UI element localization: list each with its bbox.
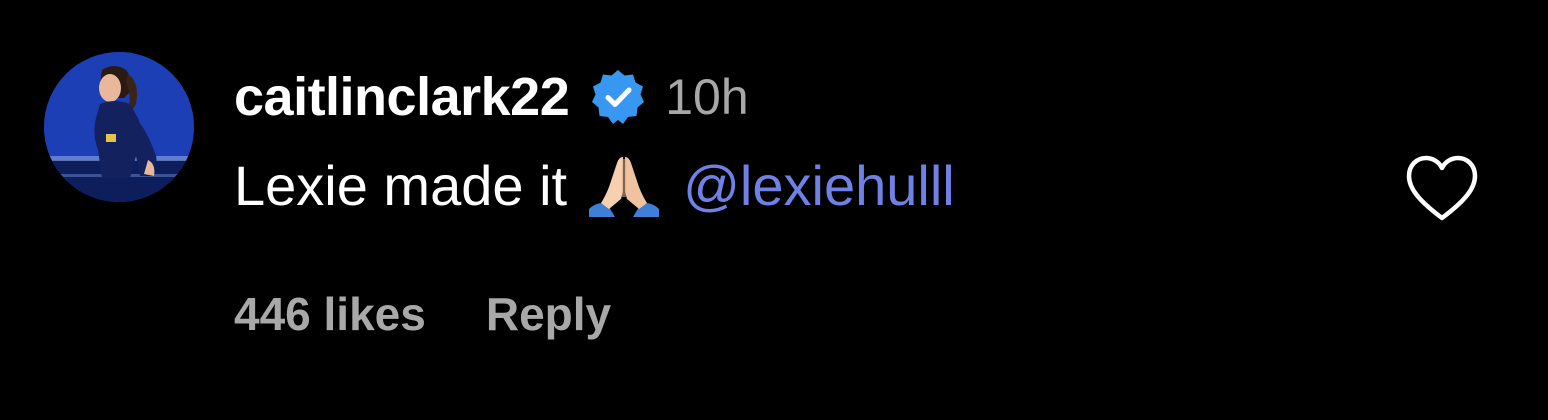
- folded-hands-emoji-icon: [585, 153, 663, 217]
- username-link[interactable]: caitlinclark22: [234, 66, 570, 128]
- comment-item: caitlinclark22 10h Lexie made it @lexieh…: [0, 0, 1548, 420]
- verified-badge-icon: [589, 68, 647, 126]
- comment-content: caitlinclark22 10h Lexie made it @lexieh…: [234, 62, 1428, 220]
- timestamp: 10h: [665, 69, 749, 125]
- comment-text: Lexie made it: [234, 153, 568, 217]
- like-button[interactable]: [1404, 154, 1480, 224]
- likes-count-button[interactable]: 446 likes: [234, 287, 426, 341]
- avatar[interactable]: [44, 52, 194, 202]
- avatar-photo: [44, 52, 194, 202]
- reply-button[interactable]: Reply: [486, 287, 611, 341]
- mention-link[interactable]: @lexiehulll: [683, 153, 955, 218]
- comment-header: caitlinclark22 10h: [234, 62, 1428, 132]
- comment-actions: 446 likes Reply: [234, 286, 611, 342]
- heart-outline-icon: [1406, 155, 1478, 221]
- comment-body: Lexie made it @lexiehulll: [234, 150, 1428, 220]
